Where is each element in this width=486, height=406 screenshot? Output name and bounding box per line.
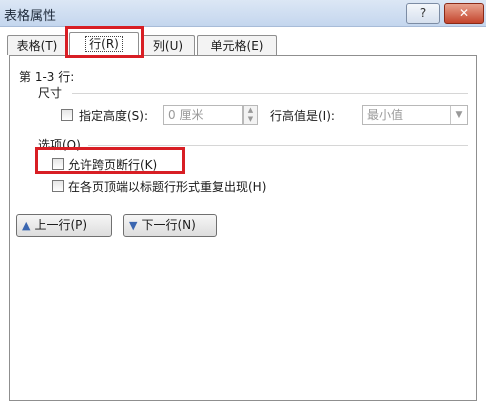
options-divider	[88, 145, 468, 146]
specify-height-checkbox[interactable]	[61, 109, 73, 121]
row-height-mode-value: 最小值	[367, 108, 404, 122]
specify-height-label: 指定高度(S):	[79, 109, 149, 123]
row-height-mode-label: 行高值是(I):	[270, 109, 335, 123]
row-range-label: 第 1-3 行:	[19, 70, 75, 84]
allow-break-highlight-box	[35, 147, 185, 174]
tab-highlight-box	[65, 26, 144, 58]
close-button[interactable]: ✕	[444, 3, 484, 24]
tab-table-label: 表格(T)	[16, 39, 58, 53]
arrow-down-icon: ▼	[129, 219, 138, 232]
height-spinner[interactable]: ▲ ▼	[243, 105, 258, 125]
title-bar: 表格属性 ? ✕	[0, 0, 486, 27]
tab-table[interactable]: 表格(T)	[7, 35, 67, 55]
tab-cell-label: 单元格(E)	[210, 39, 264, 53]
row-height-mode-select[interactable]: 最小值 ▼	[362, 105, 468, 125]
tab-cell[interactable]: 单元格(E)	[197, 35, 277, 55]
previous-row-label: 上一行(P)	[34, 218, 88, 232]
repeat-header-row-label: 在各页顶端以标题行形式重复出现(H)	[68, 180, 267, 194]
chevron-down-icon[interactable]: ▼	[450, 106, 467, 124]
arrow-up-icon: ▲	[22, 219, 31, 232]
help-button[interactable]: ?	[406, 3, 440, 24]
spin-down-icon[interactable]: ▼	[244, 115, 257, 124]
spin-up-icon[interactable]: ▲	[244, 106, 257, 115]
row-properties-panel: 第 1-3 行: 尺寸 指定高度(S): 0 厘米 ▲ ▼ 行高值是(I): 最…	[9, 55, 477, 401]
height-input[interactable]: 0 厘米	[163, 105, 243, 125]
size-section-title: 尺寸	[38, 86, 63, 100]
size-divider	[72, 93, 468, 94]
tab-column[interactable]: 列(U)	[141, 35, 195, 55]
repeat-header-row-checkbox[interactable]	[52, 180, 64, 192]
window-title: 表格属性	[4, 9, 57, 24]
previous-row-button[interactable]: ▲ 上一行(P)	[16, 214, 112, 237]
tab-column-label: 列(U)	[152, 39, 184, 53]
next-row-button[interactable]: ▼ 下一行(N)	[123, 214, 217, 237]
next-row-label: 下一行(N)	[141, 218, 196, 232]
